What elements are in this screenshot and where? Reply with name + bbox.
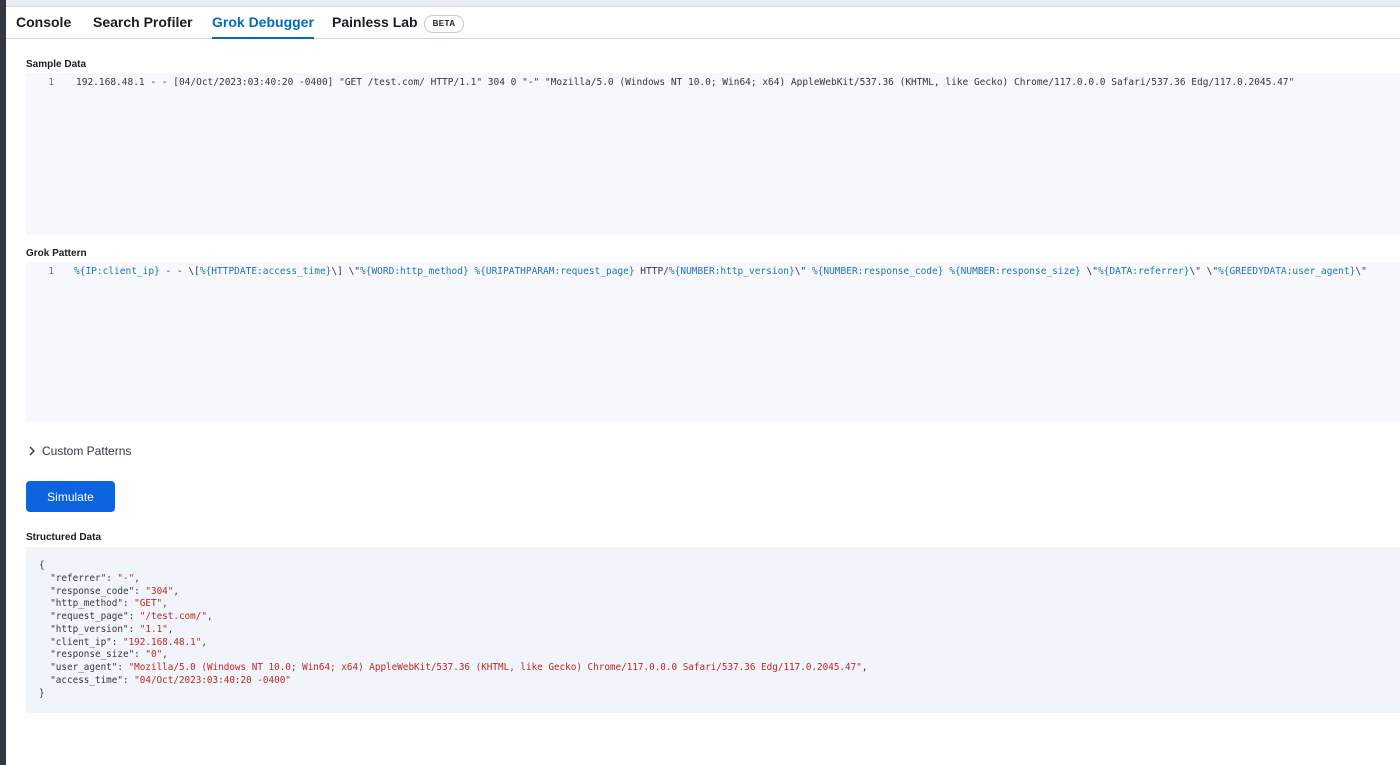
grok-pattern-editor[interactable]: 1 %{IP:client_ip} - - \[%{HTTPDATE:acces… — [26, 262, 1400, 422]
json-field-response-size: "response_size": "0", — [50, 649, 168, 661]
tab-painless-lab[interactable]: Painless Lab BETA — [332, 7, 465, 38]
json-field-user-agent: "user_agent": "Mozilla/5.0 (Windows NT 1… — [50, 661, 868, 673]
sample-data-line-number: 1 — [48, 77, 54, 88]
grok-pattern-line: %{IP:client_ip} - - \[%{HTTPDATE:access_… — [74, 266, 1367, 277]
json-value: "0" — [145, 649, 163, 661]
grok-literal-token: \" — [1355, 266, 1367, 277]
window-left-edge — [0, 0, 6, 765]
grok-pattern-token: %{WORD:http_method} — [360, 266, 469, 277]
json-open-brace: { — [39, 560, 45, 571]
grok-pattern-token: %{DATA:referrer} — [1097, 266, 1190, 277]
grok-pattern-token: %{IP:client_ip} — [74, 266, 160, 277]
structured-data-output: { } "referrer": "-", "response_code": "3… — [26, 547, 1400, 713]
json-field-request-page: "request_page": "/test.com/", — [50, 611, 213, 623]
simulate-button[interactable]: Simulate — [26, 481, 115, 512]
json-field-http-version: "http_version": "1.1", — [50, 623, 174, 635]
grok-pattern-token: %{URIPATHPARAM:request_page} — [474, 266, 635, 277]
grok-literal-token: \] \" — [331, 266, 361, 277]
grok-pattern-token: %{NUMBER:http_version} — [668, 266, 795, 277]
structured-data-label: Structured Data — [26, 532, 102, 543]
grok-literal-token: HTTP/ — [634, 266, 669, 277]
json-field-client-ip: "client_ip": "192.168.48.1", — [50, 636, 207, 648]
json-value: "304" — [145, 585, 174, 597]
grok-pattern-token: %{NUMBER:response_code} — [811, 266, 944, 277]
json-field-http-method: "http_method": "GET", — [50, 598, 168, 610]
sample-data-line: 192.168.48.1 - - [04/Oct/2023:03:40:20 -… — [76, 77, 1295, 88]
grok-pattern-token: %{NUMBER:response_size} — [949, 266, 1081, 277]
grok-literal-token: - - \[ — [159, 266, 200, 277]
json-field-access-time: "access_time": "04/Oct/2023:03:40:20 -04… — [50, 674, 291, 686]
grok-literal-token: \" \" — [1189, 266, 1219, 277]
json-value: "192.168.48.1" — [122, 636, 202, 648]
json-key: "referrer" — [50, 573, 107, 584]
json-field-response-code: "response_code": "304", — [50, 585, 179, 597]
json-key: "response_size" — [50, 649, 135, 661]
sample-data-editor[interactable]: 1 192.168.48.1 - - [04/Oct/2023:03:40:20… — [26, 73, 1400, 235]
json-field-referrer: "referrer": "-", — [50, 573, 140, 584]
json-value: "04/Oct/2023:03:40:20 -0400" — [134, 674, 291, 686]
json-value: "-" — [117, 573, 135, 584]
grok-pattern-token: %{HTTPDATE:access_time} — [199, 266, 332, 277]
custom-patterns-toggle[interactable]: Custom Patterns — [28, 443, 131, 459]
tab-painless-lab-label: Painless Lab — [332, 14, 418, 30]
tab-console[interactable]: Console — [16, 7, 71, 38]
chevron-right-icon — [28, 443, 42, 459]
json-value: "1.1" — [139, 623, 168, 635]
json-close-brace: } — [39, 688, 45, 699]
sample-data-label: Sample Data — [26, 59, 87, 70]
json-value: "GET" — [134, 598, 163, 610]
json-value: "Mozilla/5.0 (Windows NT 10.0; Win64; x6… — [128, 661, 862, 673]
dev-tools-tabs: Console Search Profiler Grok Debugger Pa… — [6, 7, 1400, 39]
grok-pattern-token: %{GREEDYDATA:user_agent} — [1218, 266, 1356, 277]
custom-patterns-label: Custom Patterns — [42, 444, 132, 458]
tab-grok-debugger[interactable]: Grok Debugger — [212, 7, 314, 39]
grok-debugger-page: Console Search Profiler Grok Debugger Pa… — [0, 0, 1400, 765]
grok-pattern-label: Grok Pattern — [26, 248, 87, 259]
json-key: "access_time" — [50, 674, 123, 686]
top-strip — [6, 0, 1400, 7]
grok-literal-token: \" — [1080, 266, 1098, 277]
grok-literal-token: \" — [794, 266, 812, 277]
grok-pattern-line-number: 1 — [48, 266, 54, 277]
json-key: "http_method" — [50, 598, 123, 610]
json-key: "response_code" — [50, 585, 135, 597]
json-key: "request_page" — [50, 611, 129, 623]
beta-badge: BETA — [423, 15, 465, 33]
json-key: "client_ip" — [50, 636, 112, 648]
tab-search-profiler[interactable]: Search Profiler — [93, 7, 193, 38]
json-value: "/test.com/" — [139, 611, 207, 623]
json-key: "user_agent" — [50, 661, 118, 673]
json-key: "http_version" — [50, 623, 129, 635]
